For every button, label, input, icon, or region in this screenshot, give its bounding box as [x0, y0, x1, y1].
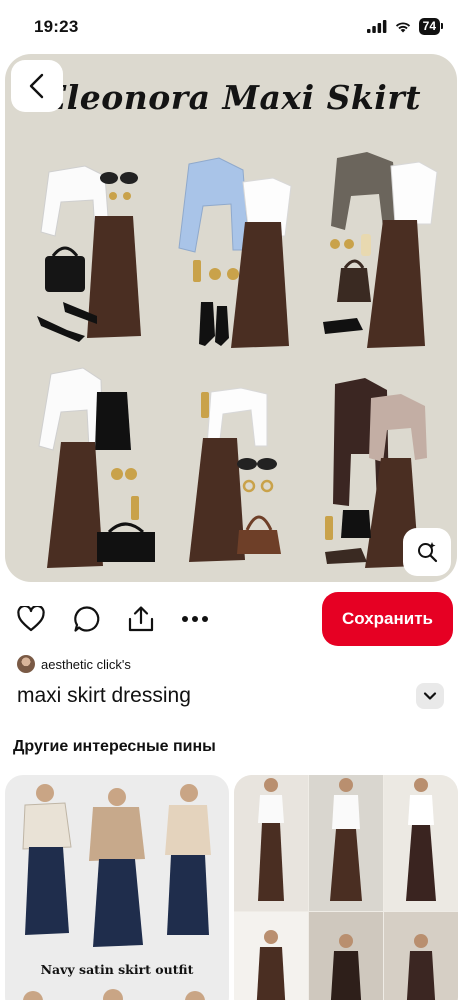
outfit-3	[323, 152, 438, 348]
pin-action-row: Сохранить	[0, 592, 462, 648]
related-pin-1-caption: Navy satin skirt outfit	[40, 962, 194, 977]
outfit-1	[37, 165, 141, 342]
related-pin-2-image	[234, 775, 458, 1000]
battery-icon: 74	[418, 18, 444, 35]
wifi-icon	[395, 22, 410, 33]
chevron-down-icon	[423, 692, 437, 700]
more-options-button[interactable]	[180, 604, 210, 634]
comment-button[interactable]	[72, 604, 102, 634]
outfit-collage	[37, 152, 438, 568]
avatar[interactable]	[17, 655, 35, 673]
heart-icon	[17, 606, 45, 632]
outfit-2	[178, 157, 292, 348]
outfit-4	[38, 367, 155, 568]
chevron-left-icon	[29, 73, 44, 99]
save-button[interactable]: Сохранить	[322, 592, 453, 646]
like-button[interactable]	[16, 604, 46, 634]
pin-image-title: Eleonora Maxi Skirt	[41, 78, 421, 117]
pin-image[interactable]: Eleonora Maxi Skirt	[5, 54, 457, 582]
visual-search-button[interactable]	[403, 528, 451, 576]
share-button[interactable]	[126, 604, 156, 634]
status-bar: 19:23 74	[0, 0, 462, 54]
comment-icon	[74, 606, 100, 632]
author-name[interactable]: aesthetic click's	[41, 657, 131, 672]
back-button[interactable]	[11, 60, 63, 112]
more-pins-heading: Другие интересные пины	[13, 738, 216, 755]
expand-description-button[interactable]	[416, 683, 444, 709]
share-icon	[128, 606, 154, 632]
more-icon	[182, 616, 208, 622]
outfit-5	[189, 387, 281, 562]
signal-icon	[366, 20, 387, 33]
status-icons: 74	[366, 18, 444, 35]
author-row[interactable]: aesthetic click's	[17, 655, 131, 673]
related-pin-2[interactable]	[234, 775, 458, 1000]
status-time: 19:23	[34, 17, 79, 36]
visual-search-icon	[418, 542, 438, 563]
pin-title: maxi skirt dressing	[17, 684, 191, 707]
related-pin-1[interactable]: Navy satin skirt outfit	[5, 775, 229, 1000]
